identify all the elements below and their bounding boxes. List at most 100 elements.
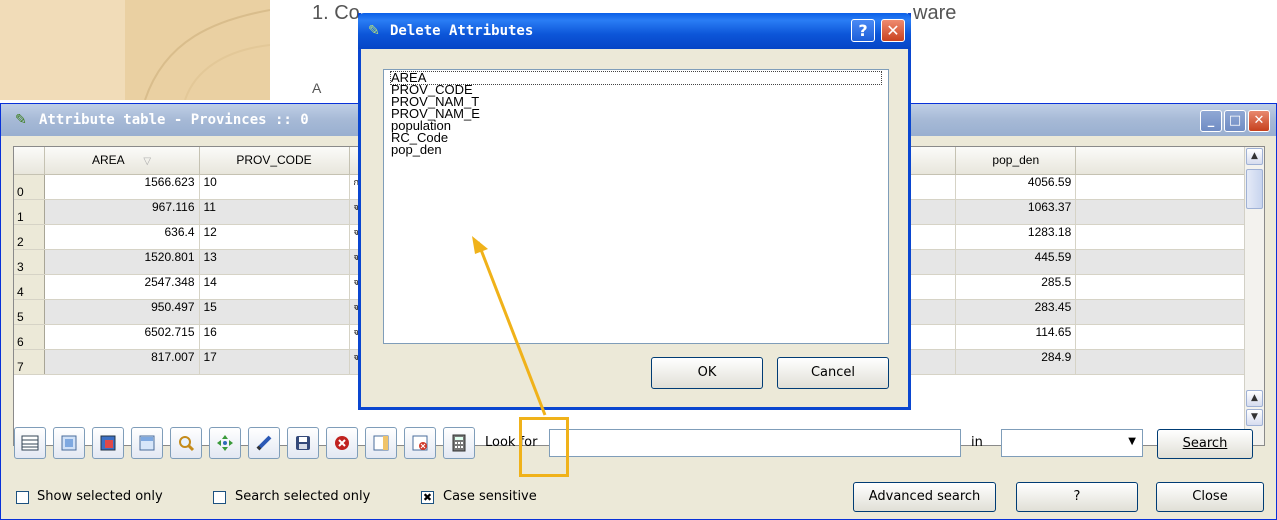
- cell-pop-den[interactable]: 4056.59: [955, 174, 1077, 200]
- edit-pencil-icon[interactable]: [248, 427, 280, 459]
- row-header[interactable]: 7: [14, 349, 45, 375]
- dialog-close-button[interactable]: ✕: [881, 19, 905, 42]
- slide-title-left: 1. Co: [312, 2, 360, 24]
- scroll-up-icon[interactable]: ▲: [1246, 390, 1263, 407]
- help-button[interactable]: ?: [1016, 482, 1138, 512]
- show-selected-only-checkbox[interactable]: [16, 491, 29, 504]
- cell-filler[interactable]: [1075, 299, 1257, 325]
- dialog-help-button[interactable]: ?: [851, 19, 875, 42]
- list-item[interactable]: RC_Code: [391, 131, 888, 144]
- find-icon[interactable]: [170, 427, 202, 459]
- cell-area[interactable]: 636.4: [44, 224, 200, 250]
- cell-area[interactable]: 1566.623: [44, 174, 200, 200]
- cell-filler[interactable]: [1075, 324, 1257, 350]
- move-selection-to-top-icon[interactable]: [131, 427, 163, 459]
- row-header[interactable]: 5: [14, 299, 45, 325]
- corner-header[interactable]: [14, 147, 45, 175]
- cell-area[interactable]: 6502.715: [44, 324, 200, 350]
- cell-prov-code[interactable]: 12: [199, 224, 350, 250]
- cell-pop-den[interactable]: 283.45: [955, 299, 1077, 325]
- delete-column-highlight: [519, 417, 569, 477]
- dialog-title: Delete Attributes: [390, 23, 534, 39]
- delete-column-icon[interactable]: [404, 427, 436, 459]
- chevron-down-icon: ▼: [1128, 436, 1136, 447]
- slide-decoration-art: [125, 0, 270, 100]
- search-selected-only-checkbox[interactable]: [213, 491, 226, 504]
- cell-prov-code[interactable]: 14: [199, 274, 350, 300]
- cancel-button[interactable]: Cancel: [777, 357, 889, 389]
- search-button[interactable]: Search: [1157, 429, 1253, 459]
- delete-attributes-dialog: ✎ Delete Attributes ? ✕ AREA PROV_CODE P…: [358, 13, 911, 410]
- cell-pop-den[interactable]: 284.9: [955, 349, 1077, 375]
- cell-filler[interactable]: [1075, 249, 1257, 275]
- qgis-icon: ✎: [368, 23, 380, 39]
- row-header[interactable]: 4: [14, 274, 45, 300]
- window-title: Attribute table - Provinces :: 0: [39, 112, 309, 128]
- column-header-pop-den[interactable]: pop_den: [955, 147, 1077, 175]
- look-for-input[interactable]: [549, 429, 961, 457]
- cell-pop-den[interactable]: 285.5: [955, 274, 1077, 300]
- slide-subtitle: A: [312, 80, 322, 96]
- close-window-button[interactable]: ✕: [1248, 110, 1270, 132]
- list-item[interactable]: PROV_NAM_E: [391, 107, 888, 120]
- maximize-button[interactable]: □: [1224, 110, 1246, 132]
- row-header[interactable]: 6: [14, 324, 45, 350]
- cell-filler[interactable]: [1075, 224, 1257, 250]
- row-header[interactable]: 3: [14, 249, 45, 275]
- column-header-filler: [1075, 147, 1257, 175]
- row-header[interactable]: 0: [14, 174, 45, 200]
- cell-area[interactable]: 2547.348: [44, 274, 200, 300]
- row-header[interactable]: 1: [14, 199, 45, 225]
- case-sensitive-label: Case sensitive: [443, 489, 537, 504]
- slide-decoration-left: [0, 0, 125, 100]
- search-selected-only-label: Search selected only: [235, 489, 371, 504]
- column-header-area[interactable]: AREA ▽: [44, 147, 200, 175]
- close-button[interactable]: Close: [1156, 482, 1264, 512]
- case-sensitive-checkbox[interactable]: ✖: [421, 491, 434, 504]
- column-header-prov-code[interactable]: PROV_CODE: [199, 147, 350, 175]
- in-label: in: [971, 435, 983, 450]
- cell-filler[interactable]: [1075, 274, 1257, 300]
- in-field-select[interactable]: ▼: [1001, 429, 1143, 457]
- invert-selection-icon[interactable]: [92, 427, 124, 459]
- save-icon[interactable]: [287, 427, 319, 459]
- zoom-to-selection-icon[interactable]: [53, 427, 85, 459]
- cell-filler[interactable]: [1075, 174, 1257, 200]
- list-item[interactable]: population: [391, 119, 888, 132]
- cell-pop-den[interactable]: 445.59: [955, 249, 1077, 275]
- cell-prov-code[interactable]: 15: [199, 299, 350, 325]
- cell-prov-code[interactable]: 17: [199, 349, 350, 375]
- row-header[interactable]: 2: [14, 224, 45, 250]
- pan-icon[interactable]: [209, 427, 241, 459]
- cell-area[interactable]: 967.116: [44, 199, 200, 225]
- cell-pop-den[interactable]: 114.65: [955, 324, 1077, 350]
- qgis-icon: ✎: [15, 112, 27, 128]
- vertical-scrollbar[interactable]: ▲ ▲ ▼: [1244, 147, 1264, 445]
- cell-pop-den[interactable]: 1063.37: [955, 199, 1077, 225]
- cell-area[interactable]: 1520.801: [44, 249, 200, 275]
- remove-icon[interactable]: [326, 427, 358, 459]
- cell-prov-code[interactable]: 11: [199, 199, 350, 225]
- table-icon[interactable]: [14, 427, 46, 459]
- sort-arrow-icon: ▽: [143, 156, 152, 168]
- delete-attributes-titlebar[interactable]: ✎ Delete Attributes ? ✕: [358, 13, 911, 49]
- cell-pop-den[interactable]: 1283.18: [955, 224, 1077, 250]
- list-item[interactable]: pop_den: [391, 143, 888, 156]
- attributes-listbox[interactable]: AREA PROV_CODE PROV_NAM_T PROV_NAM_E pop…: [383, 69, 889, 344]
- cell-filler[interactable]: [1075, 349, 1257, 375]
- advanced-search-button[interactable]: Advanced search: [853, 482, 996, 512]
- scroll-thumb[interactable]: [1246, 169, 1263, 209]
- cell-filler[interactable]: [1075, 199, 1257, 225]
- cell-prov-code[interactable]: 13: [199, 249, 350, 275]
- scroll-up-icon[interactable]: ▲: [1246, 148, 1263, 165]
- cell-prov-code[interactable]: 16: [199, 324, 350, 350]
- cell-area[interactable]: 950.497: [44, 299, 200, 325]
- cell-prov-code[interactable]: 10: [199, 174, 350, 200]
- calculator-icon[interactable]: [443, 427, 475, 459]
- slide-title-right: ware: [913, 2, 957, 24]
- ok-button[interactable]: OK: [651, 357, 763, 389]
- minimize-button[interactable]: _: [1200, 110, 1222, 132]
- add-column-icon[interactable]: [365, 427, 397, 459]
- scroll-down-icon[interactable]: ▼: [1246, 409, 1263, 426]
- cell-area[interactable]: 817.007: [44, 349, 200, 375]
